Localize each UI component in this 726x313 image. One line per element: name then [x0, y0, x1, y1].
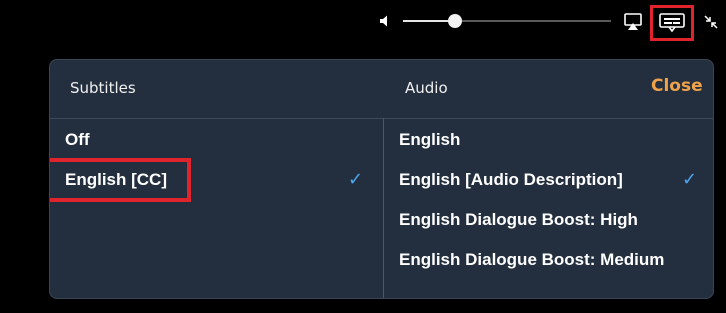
speaker-icon[interactable]	[379, 14, 393, 28]
panel-header: Subtitles Audio Close	[50, 60, 713, 119]
subtitle-option-off[interactable]: Off	[65, 130, 90, 150]
selected-check-icon: ✓	[682, 169, 698, 190]
audio-option-english[interactable]: English	[399, 130, 460, 150]
close-button[interactable]: Close	[651, 76, 703, 96]
audio-column-header: Audio	[405, 79, 448, 97]
selected-check-icon: ✓	[348, 169, 364, 190]
subtitles-column-header: Subtitles	[70, 79, 136, 97]
collapse-icon[interactable]	[703, 14, 719, 30]
player-controls-bar	[0, 0, 726, 44]
column-divider	[383, 118, 384, 298]
volume-slider-thumb[interactable]	[448, 14, 462, 28]
volume-slider[interactable]	[403, 14, 611, 28]
audio-option-english-audio-description[interactable]: English [Audio Description]	[399, 170, 623, 190]
subtitles-audio-panel: Subtitles Audio Close Off English [CC] ✓…	[49, 59, 714, 299]
subtitle-option-english-cc[interactable]: English [CC]	[65, 170, 167, 190]
audio-option-dialogue-boost-medium[interactable]: English Dialogue Boost: Medium	[399, 250, 664, 270]
audio-option-dialogue-boost-high[interactable]: English Dialogue Boost: High	[399, 210, 638, 230]
subtitles-icon	[659, 13, 685, 33]
airplay-icon[interactable]	[623, 12, 643, 32]
subtitles-button[interactable]	[650, 5, 694, 41]
